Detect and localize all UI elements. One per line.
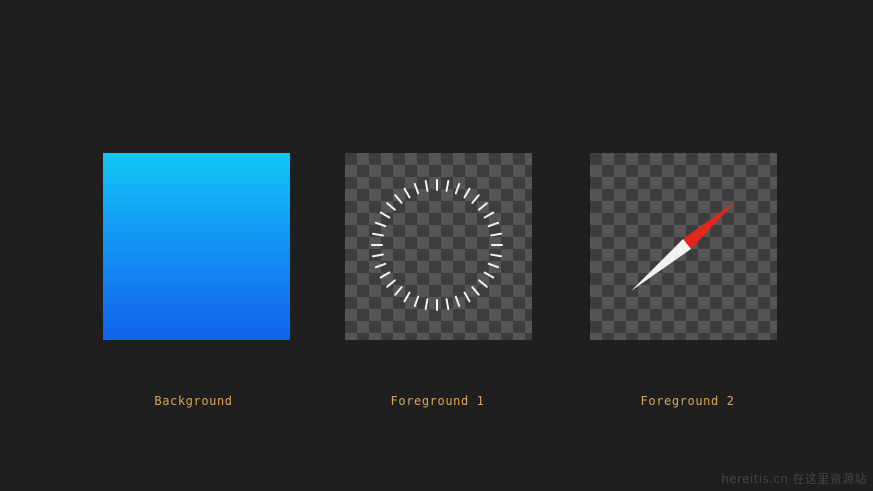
tick-mark — [445, 179, 450, 192]
canvas: Background Foreground 1 Foreground 2 her… — [0, 0, 873, 491]
tick-mark — [403, 291, 411, 303]
tick-mark — [471, 286, 480, 296]
watermark: hereitis.cn 在这里资源站 — [721, 472, 867, 486]
tick-mark — [490, 253, 503, 258]
tick-mark — [394, 286, 403, 296]
tick-mark — [487, 262, 500, 269]
tick-mark — [386, 202, 396, 211]
tick-mark — [403, 187, 411, 199]
foreground-2-layer-tile — [590, 153, 777, 340]
foreground-1-label: Foreground 1 — [390, 394, 485, 408]
tick-mark — [463, 291, 471, 303]
tick-mark — [478, 279, 488, 288]
tick-mark — [490, 232, 503, 237]
tick-mark — [478, 202, 488, 211]
compass-needle-icon — [631, 202, 735, 291]
tick-mark — [483, 271, 495, 279]
needle-white-half — [631, 239, 691, 291]
needle-red-half — [683, 202, 735, 249]
tick-mark — [445, 298, 450, 311]
tick-mark — [454, 295, 461, 308]
tick-mark — [471, 194, 480, 204]
background-layer-tile — [103, 153, 290, 340]
tick-mark — [371, 232, 384, 237]
tick-mark — [386, 279, 396, 288]
foreground-2-label: Foreground 2 — [640, 394, 735, 408]
tick-mark — [487, 221, 500, 228]
tick-mark — [379, 211, 391, 219]
tick-mark — [483, 211, 495, 219]
tick-mark — [463, 187, 471, 199]
foreground-1-layer-tile — [345, 153, 532, 340]
tick-mark — [424, 298, 429, 311]
tick-mark — [424, 179, 429, 192]
tick-mark — [374, 221, 387, 228]
background-label: Background — [154, 394, 233, 408]
tick-mark — [374, 262, 387, 269]
tick-mark — [413, 295, 420, 308]
tick-ring-icon — [371, 179, 503, 311]
tick-mark — [454, 182, 461, 195]
tick-mark — [413, 182, 420, 195]
tick-mark — [379, 271, 391, 279]
tick-mark — [371, 253, 384, 258]
tick-mark — [394, 194, 403, 204]
